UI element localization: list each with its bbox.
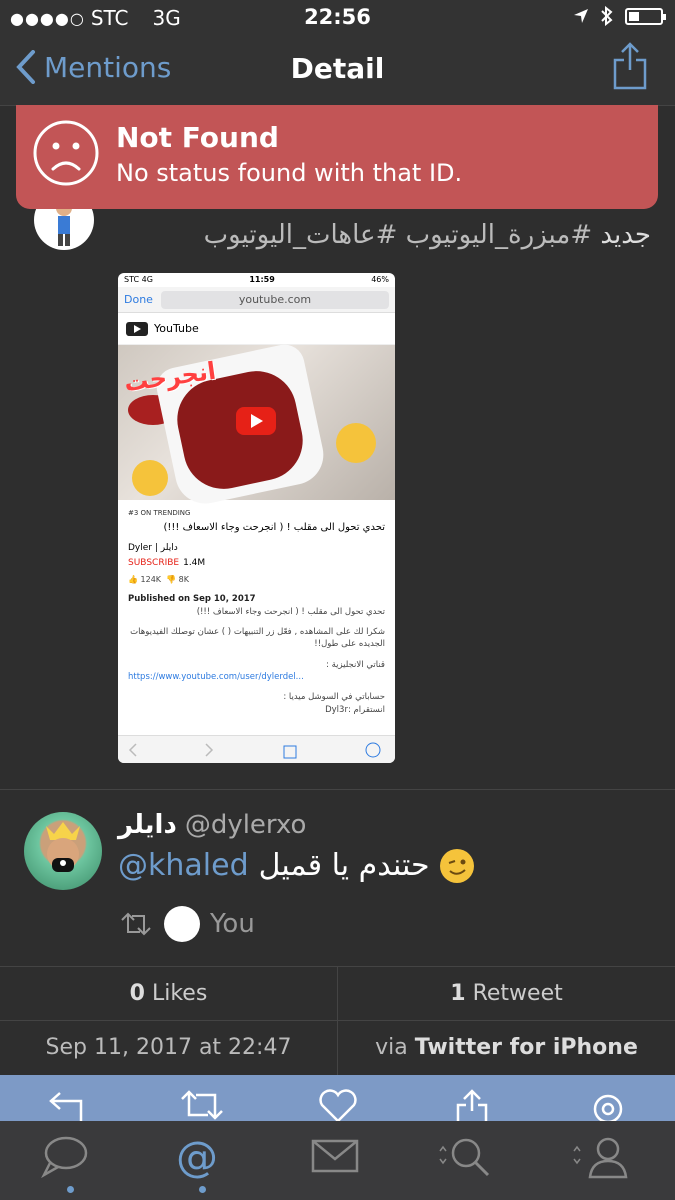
image-desc3: حساباتي في السوشل ميديا :: [283, 692, 385, 703]
error-message: No status found with that ID.: [116, 159, 463, 187]
image-video-info: #3 ON TRENDING تحدي تحول الى مقلب ! ( ان…: [118, 500, 395, 724]
crying-emoji-icon: [336, 423, 376, 463]
share-icon[interactable]: [456, 1089, 488, 1121]
image-url-bar: Done youtube.com: [118, 287, 395, 313]
surprised-emoji-icon: [132, 460, 168, 496]
image-toolbar-icons: [128, 742, 381, 759]
tweet-text-plain: جديد: [600, 220, 651, 250]
tweet-text: @khaled حتندم يا قميل: [118, 848, 474, 883]
reply-icon[interactable]: [48, 1089, 84, 1121]
image-subscribe: SUBSCRIBE: [128, 557, 180, 568]
likes-count: 0: [129, 981, 145, 1006]
tweet-action-bar: [0, 1075, 675, 1121]
image-subscribe-row: SUBSCRIBE 1.4M: [128, 557, 385, 570]
author-name: دايلر: [118, 810, 177, 840]
avatar[interactable]: [24, 812, 102, 890]
tab-messages[interactable]: [310, 1135, 370, 1185]
navigation-bar: Mentions Detail: [0, 36, 675, 106]
image-app-name: YouTube: [154, 322, 199, 335]
image-carrier: STC: [124, 275, 140, 284]
tweet-text: جديد #مبزرة_اليوتيوب #عاهات_اليوتيوب: [204, 220, 651, 250]
image-dislikes: 8K: [178, 574, 189, 584]
image-desc2: قناتي الانجليزية :: [326, 659, 385, 670]
via-label: via: [375, 1035, 408, 1060]
speech-bubble-icon: [41, 1136, 88, 1179]
avatar-illustration: [46, 822, 80, 872]
status-right: [573, 6, 666, 26]
retweets-count: 1: [450, 981, 466, 1006]
tweet-image[interactable]: STC 4G 11:59 46% Done youtube.com YouTub…: [118, 273, 395, 763]
tab-profile[interactable]: [570, 1135, 632, 1185]
youtube-logo-icon: [126, 321, 148, 336]
quoted-tweet[interactable]: جديد #مبزرة_اليوتيوب #عاهات_اليوتيوب STC…: [0, 190, 675, 790]
image-link: https://www.youtube.com/user/dylerdel...: [128, 671, 304, 682]
likes-stat[interactable]: 0 Likes: [0, 967, 338, 1020]
likes-label: Likes: [151, 981, 208, 1006]
wink-emoji-icon: [439, 848, 474, 883]
location-icon: [574, 9, 588, 23]
tweet-text-body: حتندم يا قميل: [258, 848, 430, 883]
image-video-title: تحدي تحول الى مقلب ! ( انجرحت وجاء الاسع…: [163, 522, 385, 534]
author-handle: @dylerxo: [184, 810, 307, 840]
error-banner[interactable]: Not Found No status found with that ID.: [16, 105, 658, 209]
retweet-icon[interactable]: [178, 1089, 226, 1121]
image-published: Published on Sep 10, 2017: [128, 594, 256, 605]
image-channel: Dyler | دايلر: [128, 542, 178, 553]
image-url: youtube.com: [160, 290, 389, 309]
image-desc1: شكرا لك على المشاهده , فعّل زر التنبيهات…: [130, 626, 385, 650]
share-button[interactable]: [613, 42, 647, 94]
bluetooth-icon: [601, 6, 613, 26]
image-likes: 124K: [140, 574, 162, 584]
search-icon: [439, 1138, 490, 1177]
image-youtube-header: YouTube: [118, 313, 395, 345]
unread-dot: [67, 1186, 74, 1193]
tab-timeline[interactable]: [40, 1135, 100, 1193]
svg-text:@: @: [176, 1135, 218, 1179]
gear-icon[interactable]: [588, 1089, 628, 1121]
unread-dot: [199, 1186, 206, 1193]
meta-row: Sep 11, 2017 at 22:47 via Twitter for iP…: [0, 1021, 675, 1075]
image-safari-toolbar: [118, 735, 395, 763]
image-likes-row: 👍 124K 👎 8K: [128, 574, 189, 584]
like-icon[interactable]: [316, 1089, 360, 1121]
page-title: Detail: [290, 52, 385, 85]
error-title: Not Found: [116, 121, 279, 154]
tab-bar: @: [0, 1121, 675, 1200]
image-battery: 46%: [371, 275, 389, 284]
image-desc4: انستقرام :Dyl3r: [325, 704, 385, 715]
retweeter-avatar: [164, 906, 200, 942]
image-video-thumbnail: انجرحت: [118, 340, 395, 510]
tab-mentions[interactable]: @: [172, 1132, 232, 1193]
retweeted-by-row[interactable]: You: [118, 906, 255, 942]
tab-search[interactable]: [436, 1135, 496, 1185]
envelope-icon: [311, 1139, 359, 1173]
status-bar: ●●●●○ STC 3G 22:56: [0, 0, 675, 36]
share-icon: [613, 42, 647, 90]
image-network: 4G: [141, 275, 153, 284]
at-sign-icon: @: [176, 1132, 218, 1181]
image-done: Done: [124, 293, 153, 306]
hashtags[interactable]: #مبزرة_اليوتيوب #عاهات_اليوتيوب: [204, 220, 593, 250]
retweets-stat[interactable]: 1 Retweet: [338, 967, 675, 1020]
sad-face-icon: [33, 120, 99, 186]
image-trending: #3 ON TRENDING: [128, 509, 191, 517]
mention-link[interactable]: @khaled: [118, 848, 249, 883]
image-description: Published on Sep 10, 2017 تحدي تحول الى …: [128, 593, 385, 716]
image-time: 11:59: [249, 275, 275, 284]
retweet-icon: [121, 912, 151, 936]
image-published-desc: تحدي تحول الى مقلب ! ( انجرحت وجاء الاسع…: [196, 606, 385, 617]
stats-row: 0 Likes 1 Retweet: [0, 967, 675, 1021]
client-name: Twitter for iPhone: [414, 1035, 638, 1060]
battery-icon: [625, 7, 666, 25]
image-subscribers: 1.4M: [183, 557, 206, 568]
reply-tweet[interactable]: دايلر @dylerxo @khaled حتندم يا قميل You: [0, 790, 675, 967]
tweet-client: via Twitter for iPhone: [338, 1021, 675, 1075]
image-status-bar: STC 4G 11:59 46%: [118, 273, 395, 287]
person-icon: [573, 1137, 628, 1179]
author-row[interactable]: دايلر @dylerxo: [118, 810, 306, 840]
play-icon: [236, 407, 276, 435]
retweets-label: Retweet: [472, 981, 563, 1006]
retweeted-by: You: [210, 909, 255, 939]
tweet-date: Sep 11, 2017 at 22:47: [0, 1021, 338, 1075]
